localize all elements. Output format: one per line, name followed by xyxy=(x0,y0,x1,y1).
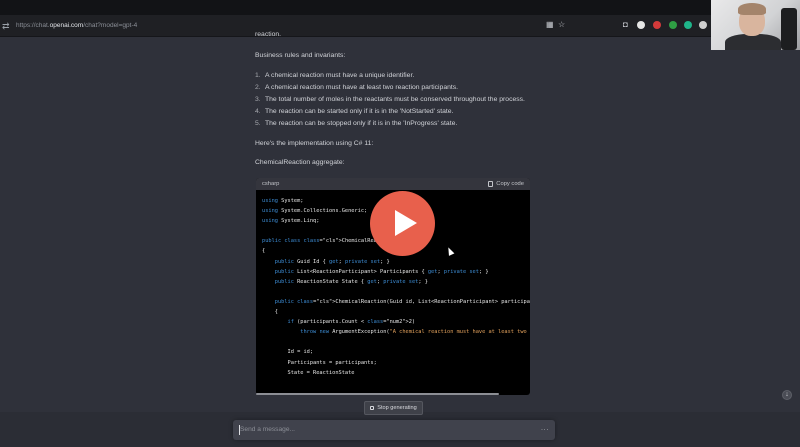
play-icon xyxy=(395,210,417,236)
extension-icon-4[interactable] xyxy=(684,21,692,29)
rule-item-5: 5. The reaction can be stopped only if it… xyxy=(255,120,458,127)
implementation-line: Here's the implementation using C# 11: xyxy=(255,140,374,147)
site-settings-icon[interactable]: ⇄ xyxy=(2,21,12,31)
message-input-placeholder: Send a message... xyxy=(240,426,295,433)
rules-heading: Business rules and invariants: xyxy=(255,52,346,59)
extension-icon-1[interactable] xyxy=(637,21,645,29)
rule-item-2: 2. A chemical reaction must have at least… xyxy=(255,84,459,91)
window-top-strip xyxy=(0,0,800,15)
scroll-down-icon: ↓ xyxy=(785,391,789,398)
play-button[interactable] xyxy=(370,191,435,256)
code-horizontal-scrollbar[interactable] xyxy=(256,393,499,395)
code-line: State = ReactionState xyxy=(262,369,355,376)
code-line: public ReactionState State { get; privat… xyxy=(274,278,428,285)
message-truncated-line: reaction. xyxy=(255,31,282,38)
browser-address-bar[interactable]: ⇄ https://chat.openai.com/chat?model=gpt… xyxy=(0,15,800,37)
copy-code-label: Copy code xyxy=(496,181,524,187)
code-line: public class="cls">ChemicalReaction(Guid… xyxy=(274,298,530,305)
code-line: Participants = participants; xyxy=(262,359,377,366)
stop-icon xyxy=(370,406,375,410)
extension-icon-2[interactable] xyxy=(653,21,661,29)
webcam-chair xyxy=(781,8,797,50)
grid-icon[interactable]: ▦ xyxy=(546,20,554,29)
code-header: csharp Copy code xyxy=(256,178,530,190)
code-line: { xyxy=(262,309,278,316)
code-line: Id = id; xyxy=(262,349,314,356)
bookmark-icon[interactable]: ☆ xyxy=(558,20,566,29)
more-icon[interactable]: ... xyxy=(541,423,549,432)
code-line: public List<ReactionParticipant> Partici… xyxy=(274,268,489,275)
webcam-shirt xyxy=(725,34,781,50)
copy-icon xyxy=(488,181,494,187)
rule-item-1: 1. A chemical reaction must have a unique… xyxy=(255,72,415,79)
stop-generating-label: Stop generating xyxy=(377,405,417,411)
pocket-icon[interactable]: ◘ xyxy=(623,20,631,29)
extension-icon-5[interactable] xyxy=(699,21,707,29)
rule-item-3: 3. The total number of moles in the react… xyxy=(255,96,525,103)
code-line: public Guid Id { get; private set; } xyxy=(274,258,390,265)
copy-code-button[interactable]: Copy code xyxy=(488,181,524,187)
rule-item-4: 4. The reaction can be started only if it… xyxy=(255,108,454,115)
code-language: csharp xyxy=(262,181,280,187)
aggregate-label: ChemicalReaction aggregate: xyxy=(255,159,345,166)
code-line: throw new ArgumentException("A chemical … xyxy=(300,329,530,336)
message-input[interactable]: Send a message... ... xyxy=(233,420,555,440)
scroll-down-button[interactable]: ↓ xyxy=(782,390,792,400)
webcam-hair xyxy=(738,3,766,15)
url-text[interactable]: https://chat.openai.com/chat?model=gpt-4 xyxy=(16,22,137,29)
extension-icon-3[interactable] xyxy=(669,21,677,29)
webcam-overlay xyxy=(711,0,800,50)
stop-generating-button[interactable]: Stop generating xyxy=(364,401,423,415)
code-line: if (participants.Count < class="num2">2) xyxy=(287,319,416,326)
